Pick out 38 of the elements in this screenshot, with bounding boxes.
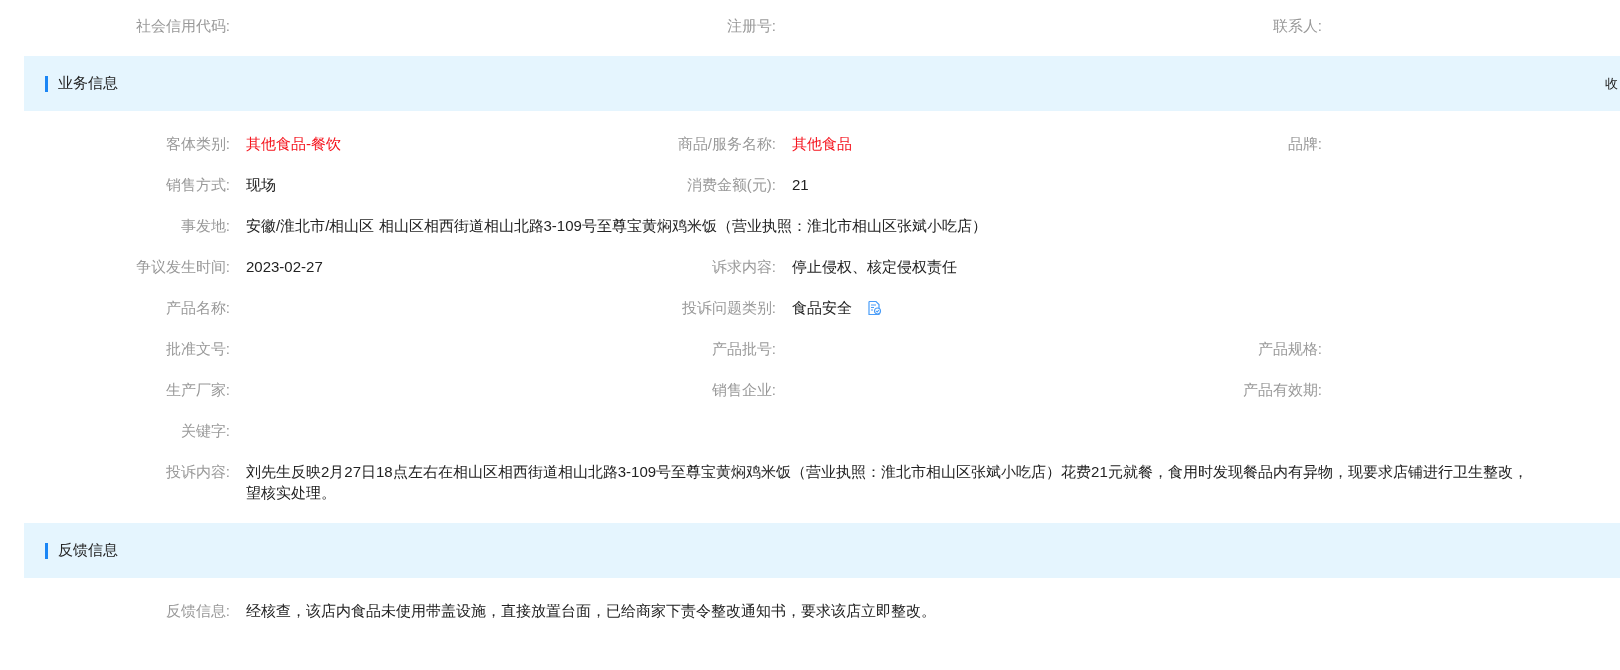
field-label: 产品名称:	[164, 298, 230, 318]
field-label: 消费金额(元):	[685, 175, 776, 195]
field-label: 销售方式:	[164, 175, 230, 195]
field-label: 产品批号:	[710, 339, 776, 359]
collapse-link[interactable]: 收	[1605, 74, 1620, 93]
accent-bar	[45, 75, 48, 92]
field-value: 安徽/淮北市/相山区 相山区相西街道相山北路3-109号至尊宝黄焖鸡米饭（营业执照：淮北市相山区张斌小吃店）	[246, 216, 987, 236]
field-label: 品牌:	[1286, 134, 1322, 154]
field-value: 食品安全	[792, 298, 852, 318]
field-label: 诉求内容:	[710, 257, 776, 277]
field-label: 商品/服务名称:	[676, 134, 776, 154]
section-title: 业务信息	[58, 74, 118, 93]
document-check-icon[interactable]	[866, 299, 882, 316]
field-value: 现场	[246, 175, 276, 195]
field-label: 投诉问题类别:	[680, 298, 776, 318]
field-label: 产品有效期:	[1241, 380, 1322, 400]
field-value: 经核查，该店内食品未使用带盖设施，直接放置台面，已给商家下责令整改通知书，要求该店立即整改。	[246, 601, 936, 621]
field-value: 停止侵权、核定侵权责任	[792, 257, 957, 277]
field-value: 刘先生反映2月27日18点左右在相山区相西街道相山北路3-109号至尊宝黄焖鸡米饭（营业执照：淮北市相山区张斌小吃店）花费21元就餐，食用时发现餐品内有异物，现要求店铺进行卫生整改，望核实处理。	[246, 462, 1529, 503]
field-label: 客体类别:	[164, 134, 230, 154]
field-value: 其他食品	[792, 134, 852, 154]
field-label: 事发地:	[179, 216, 230, 236]
section-title: 反馈信息	[58, 541, 118, 560]
field-label: 销售企业:	[710, 380, 776, 400]
accent-bar	[45, 542, 48, 559]
field-value: 21	[792, 175, 809, 195]
field-label: 关键字:	[179, 421, 230, 441]
field-label: 批准文号:	[164, 339, 230, 359]
field-label: 联系人:	[1271, 16, 1322, 36]
field-value: 其他食品-餐饮	[246, 134, 341, 154]
field-label: 注册号:	[725, 16, 776, 36]
field-label: 产品规格:	[1256, 339, 1322, 359]
field-label: 投诉内容:	[164, 462, 230, 482]
field-label: 争议发生时间:	[134, 257, 230, 277]
field-label: 生产厂家:	[164, 380, 230, 400]
field-value: 2023-02-27	[246, 257, 323, 277]
field-label: 反馈信息:	[164, 601, 230, 621]
field-label: 社会信用代码:	[134, 16, 230, 36]
